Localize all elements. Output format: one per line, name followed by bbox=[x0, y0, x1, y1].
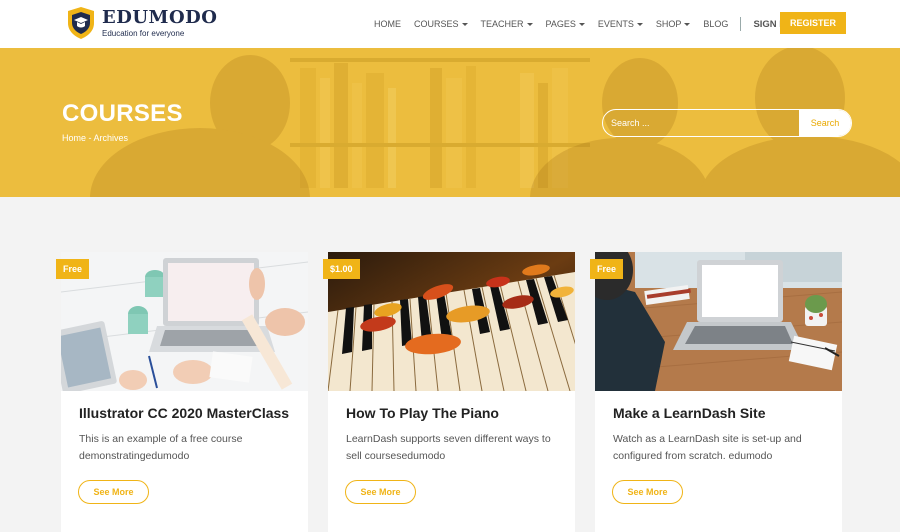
price-badge: $1.00 bbox=[323, 259, 360, 279]
laptop-typing-icon[interactable] bbox=[595, 252, 842, 391]
search-button[interactable]: Search bbox=[799, 110, 851, 136]
see-more-button[interactable]: See More bbox=[345, 480, 416, 504]
nav-item-courses[interactable]: COURSES bbox=[414, 19, 468, 29]
laptop-desk-icon[interactable] bbox=[61, 252, 308, 391]
piano-keys-icon[interactable] bbox=[328, 252, 575, 391]
brand-name: EDUMODO bbox=[102, 6, 218, 28]
course-description: LearnDash supports seven different ways … bbox=[346, 433, 551, 462]
nav-item-blog[interactable]: BLOG bbox=[703, 19, 728, 29]
course-card[interactable]: Make a LearnDash Site Watch as a LearnDa… bbox=[595, 252, 842, 532]
caret-down-icon bbox=[684, 22, 691, 26]
shield-logo-icon bbox=[66, 6, 96, 40]
caret-down-icon bbox=[636, 22, 643, 26]
register-button[interactable]: REGISTER bbox=[780, 12, 846, 34]
course-description: This is an example of a free course demo… bbox=[79, 433, 243, 462]
course-description: Watch as a LearnDash site is set-up and … bbox=[613, 433, 802, 462]
course-title[interactable]: How To Play The Piano bbox=[346, 405, 499, 421]
main-nav: HOME COURSES TEACHER PAGES EVENTS SHOP B… bbox=[374, 0, 789, 48]
nav-divider bbox=[740, 17, 742, 31]
caret-down-icon bbox=[578, 22, 585, 26]
see-more-button[interactable]: See More bbox=[78, 480, 149, 504]
price-badge: Free bbox=[590, 259, 624, 279]
page-title: COURSES bbox=[62, 100, 183, 127]
nav-item-pages[interactable]: PAGES bbox=[546, 19, 585, 29]
nav-item-teacher[interactable]: TEACHER bbox=[481, 19, 533, 29]
price-badge: Free bbox=[56, 259, 90, 279]
nav-item-home[interactable]: HOME bbox=[374, 19, 401, 29]
site-logo[interactable]: EDUMODO Education for everyone bbox=[66, 6, 217, 40]
search-input[interactable] bbox=[603, 110, 799, 136]
brand-tagline: Education for everyone bbox=[102, 28, 185, 38]
course-title[interactable]: Make a LearnDash Site bbox=[613, 405, 766, 421]
course-search: Search bbox=[602, 109, 852, 137]
nav-item-shop[interactable]: SHOP bbox=[656, 19, 691, 29]
see-more-button[interactable]: See More bbox=[612, 480, 683, 504]
site-header: EDUMODO Education for everyone HOME COUR… bbox=[0, 0, 900, 48]
page-hero: COURSES Home - Archives Search bbox=[0, 48, 900, 197]
caret-down-icon bbox=[526, 22, 533, 26]
course-card[interactable]: How To Play The Piano LearnDash supports… bbox=[328, 252, 575, 532]
course-card[interactable]: Illustrator CC 2020 MasterClass This is … bbox=[61, 252, 308, 532]
breadcrumb[interactable]: Home - Archives bbox=[62, 133, 128, 143]
nav-item-events[interactable]: EVENTS bbox=[598, 19, 643, 29]
course-title[interactable]: Illustrator CC 2020 MasterClass bbox=[79, 405, 289, 421]
caret-down-icon bbox=[461, 22, 468, 26]
